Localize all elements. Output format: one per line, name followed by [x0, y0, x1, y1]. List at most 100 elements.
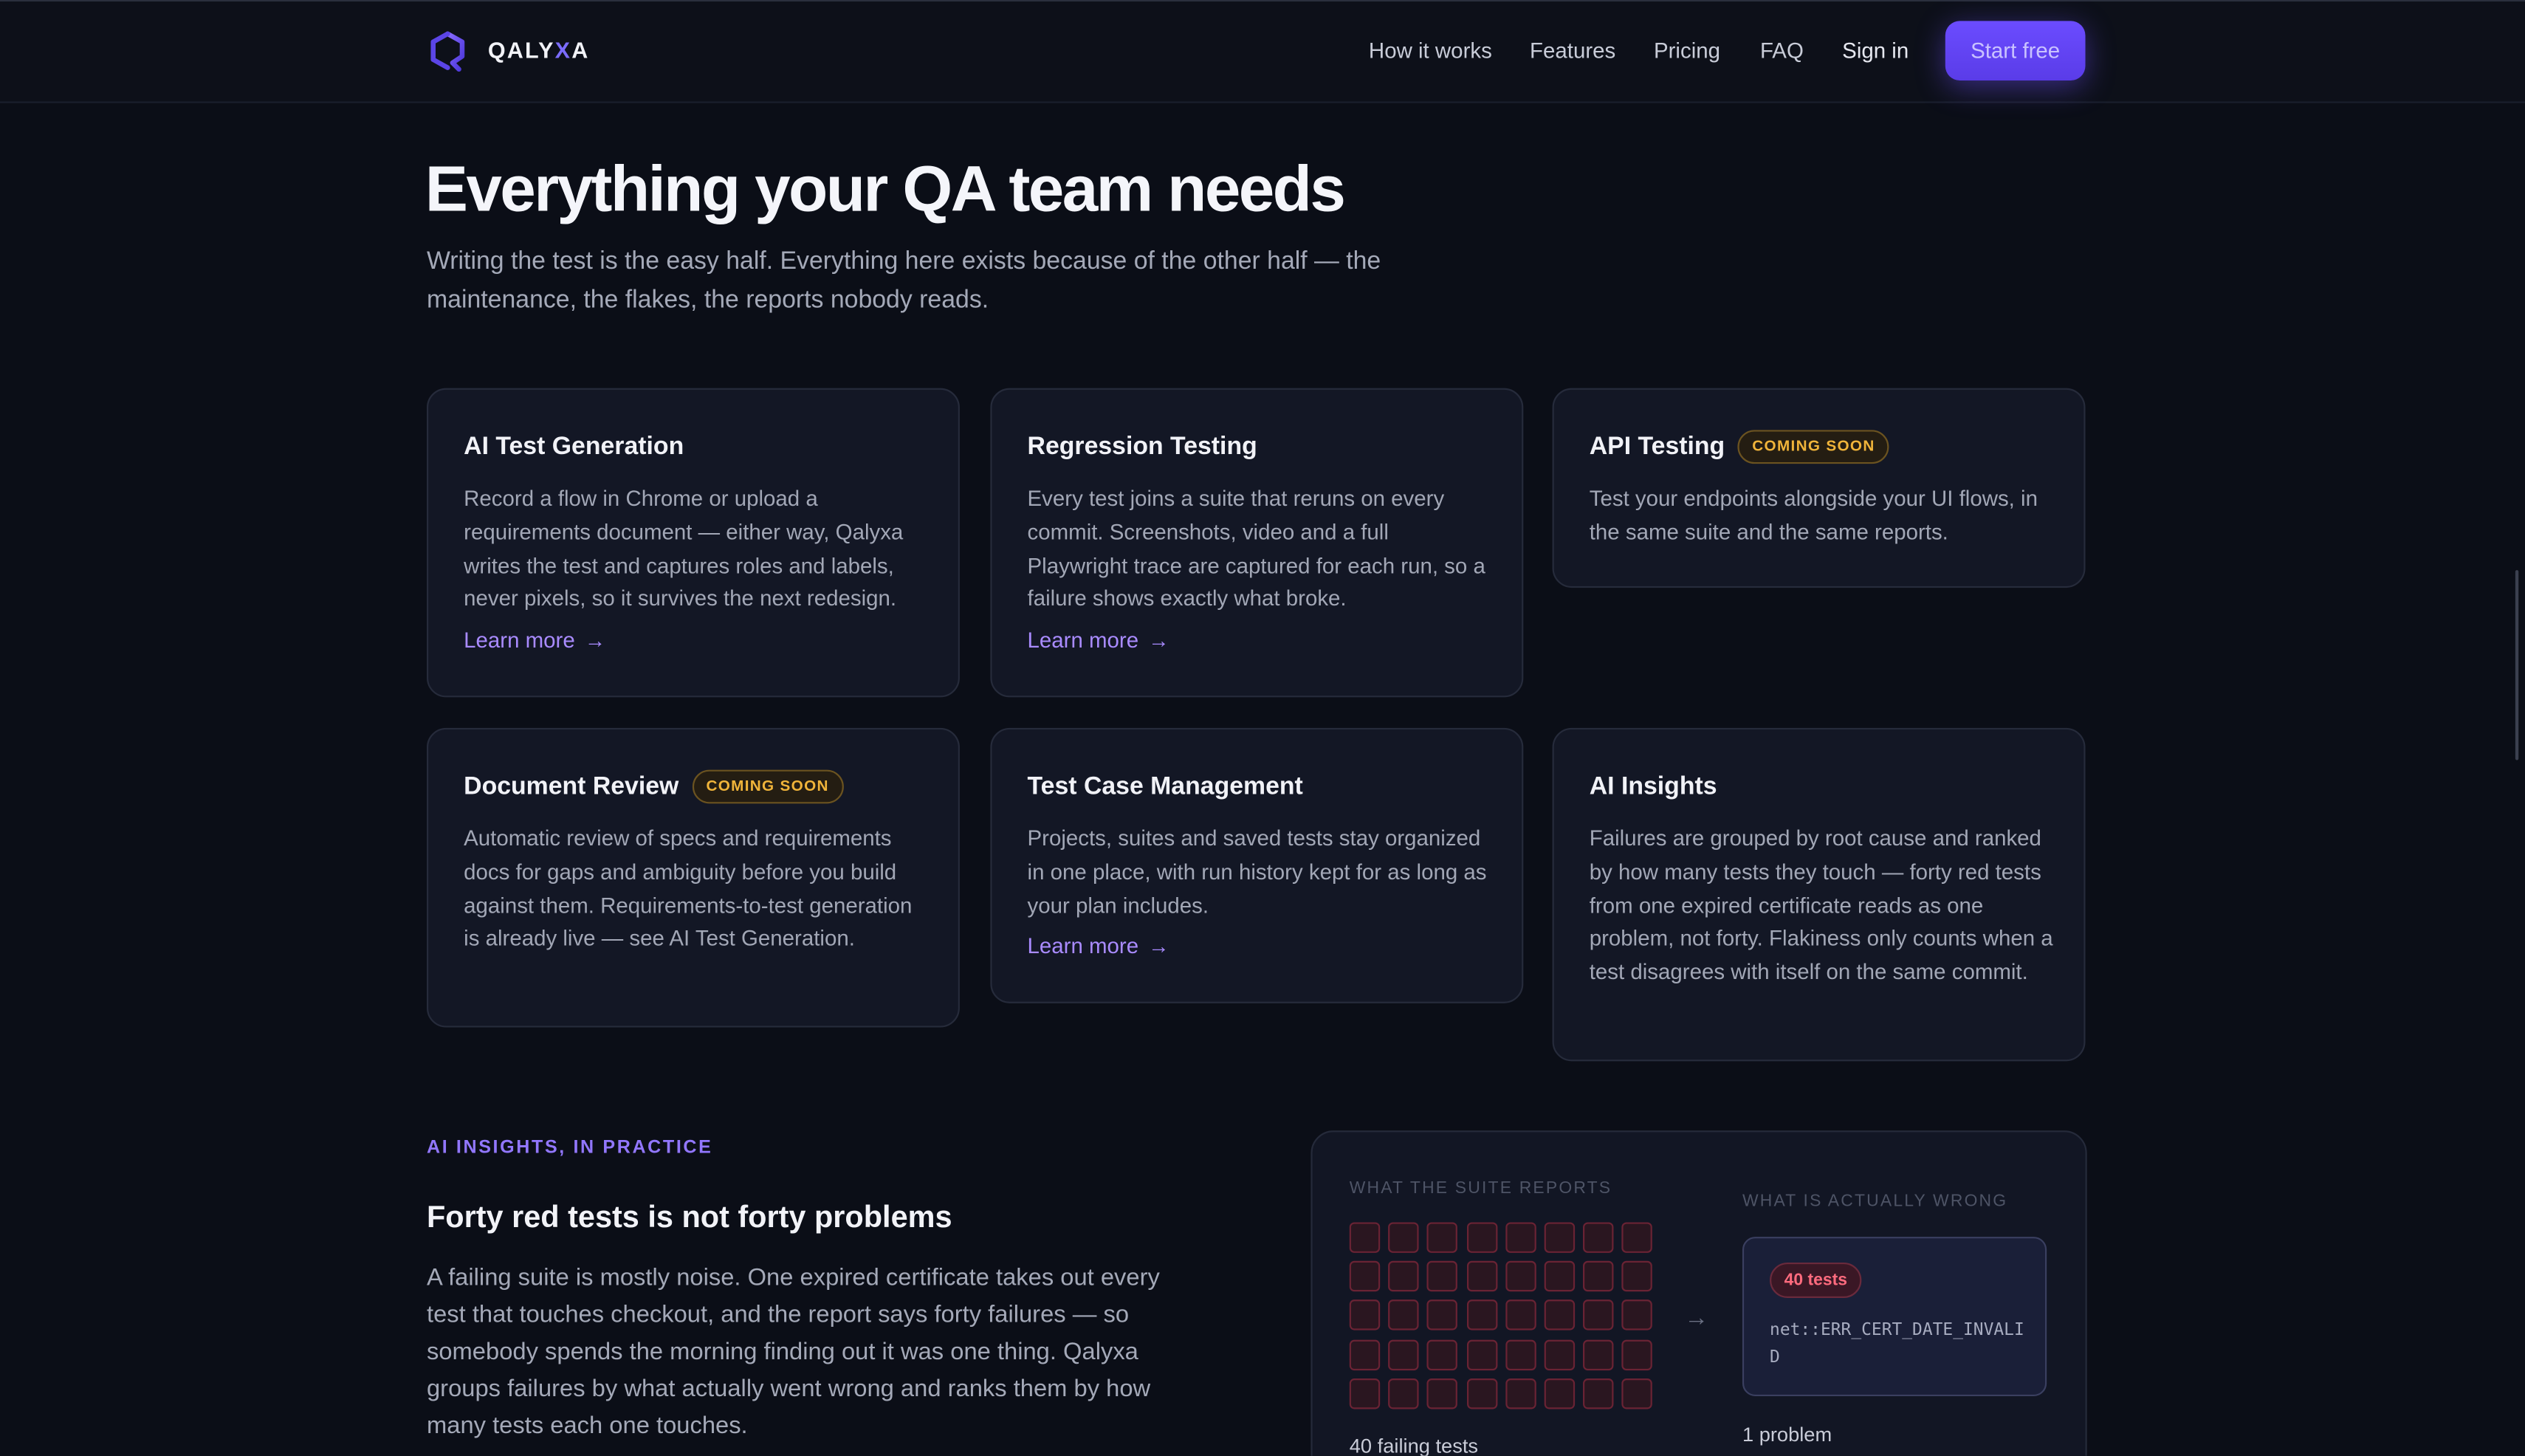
feature-card-api-testing: API Testing COMING SOON Test your endpoin…: [1552, 388, 2086, 588]
failing-test-cell: [1427, 1339, 1458, 1370]
start-free-button[interactable]: Start free: [1945, 21, 2086, 81]
failing-test-cell: [1583, 1299, 1614, 1331]
failing-test-cell: [1349, 1261, 1381, 1292]
learn-more-label: Learn more: [1027, 934, 1139, 958]
failing-test-cell: [1466, 1222, 1497, 1253]
failing-test-cell: [1622, 1299, 1653, 1331]
learn-more-link[interactable]: Learn more →: [1028, 934, 1169, 958]
nav-how-it-works[interactable]: How it works: [1369, 38, 1492, 63]
failing-test-cell: [1466, 1339, 1497, 1370]
card-title-text: Test Case Management: [1027, 772, 1303, 801]
page: QALYXA How it works Features Pricing FAQ…: [0, 0, 2525, 1456]
failing-test-cell: [1427, 1299, 1458, 1331]
failing-test-cell: [1544, 1378, 1576, 1409]
card-title-text: API Testing: [1589, 432, 1725, 460]
failing-test-cell: [1388, 1299, 1419, 1331]
brand-prefix: QALY: [487, 37, 555, 63]
card-description: Projects, suites and saved tests stay or…: [1027, 825, 1487, 918]
nav-pricing[interactable]: Pricing: [1654, 38, 1720, 63]
failing-test-cell: [1427, 1261, 1458, 1292]
card-title-text: AI Test Generation: [464, 433, 684, 461]
card-title: Regression Testing: [1028, 433, 1257, 462]
suite-reports-label: WHAT THE SUITE REPORTS: [1349, 1178, 1612, 1198]
failing-test-cell: [1505, 1299, 1536, 1331]
failing-test-cell: [1583, 1339, 1614, 1370]
failing-tests-count: 40 failing tests: [1349, 1435, 1479, 1456]
card-title: Test Case Management: [1028, 773, 1303, 802]
arrow-right-icon: →: [1148, 934, 1169, 958]
nav-sign-in[interactable]: Sign in: [1842, 38, 1909, 63]
failing-test-cell: [1583, 1378, 1614, 1409]
brand-name[interactable]: QALYXA: [488, 37, 590, 63]
card-description: Record a flow in Chrome or upload a requ…: [464, 486, 904, 611]
page-subtitle: Writing the test is the easy half. Every…: [426, 247, 1381, 315]
card-title: AI Test Generation: [464, 433, 684, 462]
learn-more-link[interactable]: Learn more →: [1028, 628, 1169, 653]
section-eyebrow: AI INSIGHTS, IN PRACTICE: [426, 1139, 713, 1158]
failing-test-cell: [1466, 1378, 1497, 1409]
site-header: [0, 1, 2525, 103]
failing-test-cell: [1622, 1378, 1653, 1409]
coming-soon-badge: COMING SOON: [691, 769, 844, 804]
brand-x: X: [554, 37, 572, 63]
failing-test-cell: [1622, 1222, 1653, 1253]
failing-test-cell: [1544, 1339, 1576, 1370]
failing-test-cell: [1622, 1339, 1653, 1370]
learn-more-label: Learn more: [1027, 628, 1139, 653]
feature-card-ai-test-generation: AI Test Generation Record a flow in Chro…: [426, 388, 960, 698]
arrow-right-icon: →: [584, 628, 606, 653]
failing-test-cell: [1505, 1378, 1536, 1409]
failing-test-cell: [1388, 1339, 1419, 1370]
failing-test-cell: [1349, 1339, 1381, 1370]
nav-features[interactable]: Features: [1530, 38, 1615, 63]
failing-test-cell: [1388, 1222, 1419, 1253]
failing-test-cell: [1505, 1222, 1536, 1253]
feature-card-document-review: Document Review COMING SOON Automatic rev…: [426, 727, 960, 1028]
card-description: Failures are grouped by root cause and r…: [1589, 825, 2053, 985]
problem-count: 1 problem: [1742, 1424, 1832, 1446]
failing-test-cell: [1622, 1261, 1653, 1292]
failing-test-cell: [1505, 1339, 1536, 1370]
failing-tests-grid: [1349, 1222, 1659, 1415]
feature-card-ai-insights: AI Insights Failures are grouped by root…: [1552, 727, 2086, 1062]
card-description: Automatic review of specs and requiremen…: [464, 825, 913, 951]
actually-wrong-label: WHAT IS ACTUALLY WRONG: [1742, 1192, 2008, 1212]
card-title: Document Review COMING SOON: [464, 769, 844, 804]
arrow-right-icon: →: [1684, 1304, 1709, 1332]
coming-soon-badge: COMING SOON: [1737, 430, 1890, 464]
card-title-text: AI Insights: [1589, 772, 1717, 801]
feature-card-regression-testing: Regression Testing Every test joins a su…: [990, 388, 1524, 698]
section-title: Forty red tests is not forty problems: [426, 1201, 952, 1235]
card-title: API Testing COMING SOON: [1590, 430, 1890, 464]
failing-test-cell: [1544, 1222, 1576, 1253]
brand-suffix: A: [571, 37, 590, 63]
card-title-text: Regression Testing: [1027, 433, 1257, 461]
nav-faq[interactable]: FAQ: [1760, 38, 1804, 63]
failing-test-cell: [1583, 1222, 1614, 1253]
failing-test-cell: [1349, 1299, 1381, 1331]
failing-test-cell: [1388, 1261, 1419, 1292]
failing-test-cell: [1427, 1378, 1458, 1409]
failing-test-cell: [1466, 1261, 1497, 1292]
problem-card: 40 tests net::ERR_CERT_DATE_INVALID: [1742, 1237, 2047, 1397]
tests-count-badge: 40 tests: [1770, 1262, 1862, 1298]
learn-more-link[interactable]: Learn more →: [464, 628, 605, 653]
learn-more-label: Learn more: [464, 628, 575, 653]
card-description: Every test joins a suite that reruns on …: [1027, 486, 1485, 611]
failing-test-cell: [1388, 1378, 1419, 1409]
scrollbar-thumb[interactable]: [2515, 570, 2519, 760]
error-code: net::ERR_CERT_DATE_INVALID: [1770, 1320, 2024, 1367]
failing-test-cell: [1583, 1261, 1614, 1292]
arrow-right-icon: →: [1148, 628, 1169, 653]
failing-test-cell: [1544, 1299, 1576, 1331]
failing-test-cell: [1505, 1261, 1536, 1292]
card-title-text: Document Review: [464, 772, 679, 800]
feature-card-test-case-management: Test Case Management Projects, suites an…: [990, 727, 1524, 1003]
failing-test-cell: [1349, 1222, 1381, 1253]
card-description: Test your endpoints alongside your UI fl…: [1589, 486, 2038, 544]
failing-test-cell: [1427, 1222, 1458, 1253]
failing-test-cell: [1349, 1378, 1381, 1409]
card-title: AI Insights: [1590, 773, 1717, 802]
qalyxa-logo-icon[interactable]: [428, 30, 467, 72]
section-paragraph: A failing suite is mostly noise. One exp…: [426, 1264, 1160, 1440]
